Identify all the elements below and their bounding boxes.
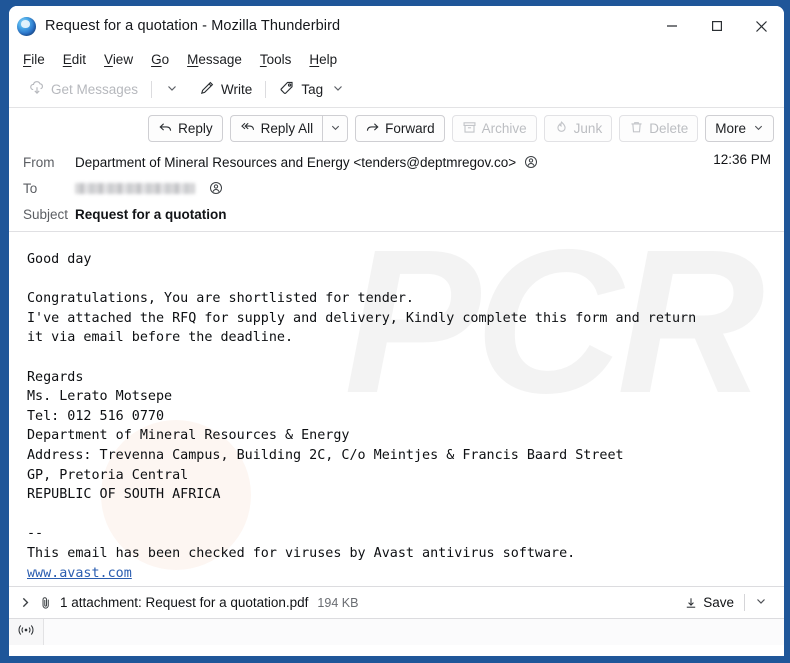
- message-action-bar: Reply Reply All Forward Archive Junk Del…: [9, 108, 784, 149]
- menu-item-go-rest: o: [161, 51, 170, 67]
- chevron-down-icon: [753, 121, 764, 136]
- menu-item-file-rest: ile: [31, 51, 45, 67]
- tag-button[interactable]: Tag: [273, 77, 350, 102]
- save-attachment-dropdown[interactable]: [748, 591, 774, 615]
- get-messages-label: Get Messages: [51, 82, 139, 97]
- junk-button[interactable]: Junk: [543, 115, 613, 142]
- reply-arrow-icon: [158, 120, 173, 138]
- attachment-summary-area[interactable]: 1 attachment: Request for a quotation.pd…: [19, 595, 677, 610]
- menu-item-edit[interactable]: Edit: [63, 52, 86, 67]
- archive-button[interactable]: Archive: [451, 115, 537, 142]
- reply-all-button[interactable]: Reply All: [229, 115, 323, 142]
- download-icon: [684, 596, 698, 610]
- toolbar-separator-2: [265, 81, 267, 98]
- reply-all-arrow-icon: [240, 120, 256, 138]
- tag-label: Tag: [301, 82, 324, 97]
- archive-box-icon: [462, 120, 477, 138]
- junk-flame-icon: [554, 120, 569, 138]
- menu-item-file[interactable]: File: [23, 52, 45, 67]
- subject-label: Subject: [23, 206, 69, 222]
- thunderbird-logo-icon: [17, 16, 36, 36]
- chevron-down-icon: [332, 82, 344, 97]
- write-button[interactable]: Write: [193, 77, 258, 102]
- message-body-paragraphs: Good day Congratulations, You are shortl…: [27, 252, 697, 561]
- add-contact-icon[interactable]: [209, 181, 223, 195]
- close-icon[interactable]: [739, 6, 784, 46]
- get-messages-dropdown[interactable]: [159, 78, 185, 102]
- delete-label: Delete: [649, 121, 689, 136]
- chevron-down-icon: [330, 120, 341, 138]
- menu-item-help-rest: elp: [319, 51, 338, 67]
- subject-value: Request for a quotation: [75, 206, 227, 222]
- main-toolbar: Get Messages Write Tag: [9, 72, 784, 108]
- more-button[interactable]: More: [705, 115, 774, 142]
- window-controls: [649, 6, 784, 46]
- status-message-area: [44, 619, 784, 645]
- menu-item-view[interactable]: View: [104, 52, 133, 67]
- save-label: Save: [703, 595, 734, 610]
- attachment-actions: Save: [677, 591, 774, 615]
- minimize-icon[interactable]: [649, 6, 694, 46]
- chevron-right-icon[interactable]: [19, 596, 32, 609]
- window-title: Request for a quotation - Mozilla Thunde…: [45, 18, 341, 34]
- paperclip-icon: [39, 596, 53, 610]
- forward-button[interactable]: Forward: [355, 115, 445, 142]
- archive-label: Archive: [481, 121, 527, 136]
- menubar: File Edit View Go Message Tools Help: [9, 46, 784, 72]
- attachment-summary: 1 attachment: Request for a quotation.pd…: [60, 595, 309, 610]
- write-label: Write: [221, 82, 253, 97]
- menu-item-message[interactable]: Message: [187, 52, 242, 67]
- thunderbird-window: Request for a quotation - Mozilla Thunde…: [9, 6, 784, 656]
- message-body: PCR risk.com Good day Congratulations, Y…: [9, 238, 784, 586]
- save-attachment-button[interactable]: Save: [677, 592, 741, 613]
- to-label: To: [23, 180, 38, 196]
- to-value-redacted[interactable]: [75, 182, 195, 194]
- header-separator: [9, 231, 784, 232]
- forward-arrow-icon: [365, 120, 380, 138]
- message-header: 12:36 PM From Department of Mineral Reso…: [9, 149, 784, 238]
- message-body-text: Good day Congratulations, You are shortl…: [9, 238, 784, 583]
- header-row-to: To: [9, 175, 784, 201]
- add-contact-icon[interactable]: [524, 155, 538, 169]
- reply-button[interactable]: Reply: [148, 115, 223, 142]
- get-messages-button[interactable]: Get Messages: [23, 77, 144, 102]
- menu-item-message-rest: essage: [198, 51, 242, 67]
- tag-icon: [279, 80, 295, 99]
- status-icon-wrap: [9, 619, 44, 645]
- menu-item-go[interactable]: Go: [151, 52, 169, 67]
- trash-icon: [629, 120, 644, 138]
- menu-item-edit-rest: dit: [71, 51, 87, 67]
- reply-all-split-button: Reply All: [229, 115, 349, 142]
- reply-all-dropdown[interactable]: [322, 115, 349, 142]
- delete-button[interactable]: Delete: [619, 115, 699, 142]
- reply-all-label: Reply All: [260, 121, 314, 136]
- from-label: From: [23, 154, 55, 170]
- avast-link[interactable]: www.avast.com: [27, 566, 132, 581]
- maximize-icon[interactable]: [694, 6, 739, 46]
- menu-item-tools-rest: ools: [266, 51, 292, 67]
- menu-item-help[interactable]: Help: [309, 52, 337, 67]
- chevron-down-icon: [166, 81, 178, 99]
- window-frame: Request for a quotation - Mozilla Thunde…: [0, 0, 790, 663]
- chevron-down-icon: [755, 594, 767, 612]
- cloud-download-icon: [29, 80, 45, 99]
- broadcast-signal-icon[interactable]: [17, 623, 35, 642]
- pencil-icon: [199, 80, 215, 99]
- attachment-size: 194 KB: [317, 595, 359, 610]
- menu-item-tools[interactable]: Tools: [260, 52, 292, 67]
- reply-label: Reply: [178, 121, 213, 136]
- from-value[interactable]: Department of Mineral Resources and Ener…: [75, 155, 516, 170]
- forward-label: Forward: [385, 121, 435, 136]
- junk-label: Junk: [573, 121, 603, 136]
- toolbar-separator-1: [151, 81, 153, 98]
- titlebar: Request for a quotation - Mozilla Thunde…: [9, 6, 784, 46]
- attachment-bar: 1 attachment: Request for a quotation.pd…: [9, 586, 784, 619]
- header-row-subject: Subject Request for a quotation: [9, 201, 784, 227]
- menu-item-view-rest: iew: [112, 51, 134, 67]
- header-row-from: From Department of Mineral Resources and…: [9, 149, 784, 175]
- save-divider: [744, 594, 745, 611]
- statusbar: [9, 619, 784, 645]
- more-label: More: [715, 121, 746, 136]
